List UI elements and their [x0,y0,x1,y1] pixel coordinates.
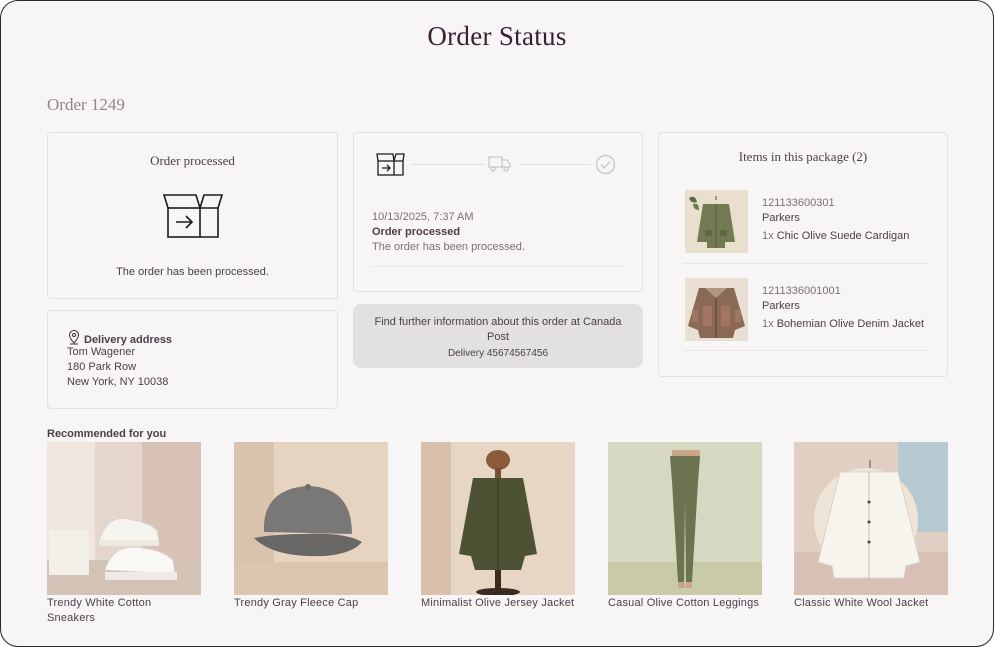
item-quantity-name: 1x Chic Olive Suede Cardigan [762,230,909,242]
package-item[interactable]: 1211336001001 Parkers 1x Bohemian Olive … [683,278,929,348]
item-qty: 1x [762,318,774,330]
item-name: Chic Olive Suede Cardigan [776,230,910,242]
leggings-image [608,442,762,595]
check-circle-icon [595,154,616,180]
recommendation-name: Trendy Gray Fleece Cap [234,597,359,609]
timeline-connector [411,164,485,165]
item-quantity-name: 1x Bohemian Olive Denim Jacket [762,318,924,330]
recommendation-name: Classic White Wool Jacket [794,597,929,609]
delivery-address-card: Delivery address Tom Wagener 180 Park Ro… [47,310,338,409]
item-qty: 1x [762,230,774,242]
processed-message: The order has been processed. [116,266,269,278]
package-item[interactable]: 121133600301 Parkers 1x Chic Olive Suede… [683,190,929,260]
event-description: The order has been processed. [372,241,525,253]
page-title: Order Status [427,21,567,51]
recommendation-name: Minimalist Olive Jersey Jacket [421,597,575,609]
event-status: Order processed [372,226,461,238]
delivery-truck-icon [488,155,512,178]
delivery-tracking-number: Delivery 45674567456 [447,348,549,359]
cardigan-thumbnail [685,190,748,253]
address-street: 180 Park Row [67,361,137,373]
carrier-info-button[interactable]: Find further information about this orde… [353,304,643,368]
address-title: Delivery address [84,334,173,346]
carrier-info-text: Find further information about this orde… [374,316,622,343]
item-brand: Parkers [762,212,800,224]
event-timestamp: 10/13/2025, 7:37 AM [372,211,474,223]
recommendation-card[interactable]: Casual Olive Cotton Leggings [608,442,762,611]
order-number: Order 1249 [47,95,125,114]
item-sku: 1211336001001 [762,285,841,297]
recommendations-title: Recommended for you [47,428,167,440]
recommendation-name: Casual Olive Cotton Leggings [608,597,760,609]
address-name: Tom Wagener [67,346,136,358]
timeline-connector [520,164,590,165]
divider [372,266,624,267]
fleece-cap-image [234,442,388,595]
sneakers-image [47,442,201,595]
divider [683,263,929,264]
open-box-arrow-icon [162,192,224,245]
divider [683,350,929,351]
jersey-jacket-image [421,442,575,595]
item-sku: 121133600301 [762,197,835,209]
order-processed-card: Order processed The order has been proce… [47,132,338,299]
recommendation-card[interactable]: Minimalist Olive Jersey Jacket [421,442,575,611]
order-status-page: Order Status Order 1249 Order processed … [0,0,994,647]
package-items-card: Items in this package (2) 121133600301 P… [658,132,948,377]
wool-jacket-image [794,442,948,595]
address-city: New York, NY 10038 [67,376,169,388]
recommendation-name: Trendy White Cotton Sneakers [47,597,152,624]
box-processed-icon [376,153,406,182]
processed-card-title: Order processed [150,153,235,168]
recommendation-card[interactable]: Trendy White Cotton Sneakers [47,442,201,626]
item-name: Bohemian Olive Denim Jacket [776,318,925,330]
item-brand: Parkers [762,300,800,312]
tracking-timeline-card: 10/13/2025, 7:37 AM Order processed The … [353,132,643,292]
recommendation-card[interactable]: Classic White Wool Jacket [794,442,948,611]
recommendation-card[interactable]: Trendy Gray Fleece Cap [234,442,388,611]
package-title: Items in this package (2) [738,149,868,164]
denim-jacket-thumbnail [685,278,748,341]
